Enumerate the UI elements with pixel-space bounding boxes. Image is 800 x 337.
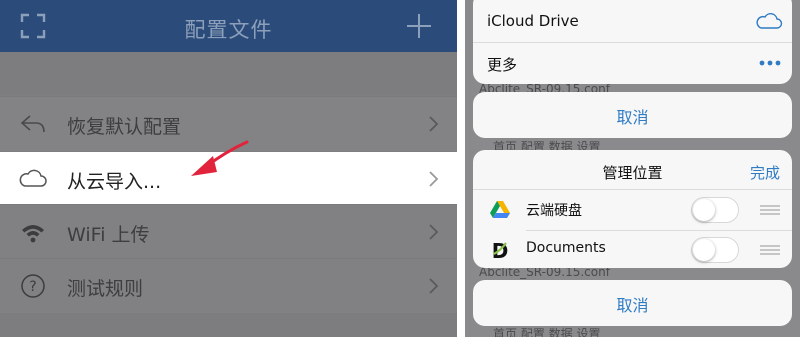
reorder-handle-icon[interactable] [760, 204, 780, 216]
documents-app-icon: D [492, 239, 509, 261]
location-toggle[interactable] [691, 197, 739, 223]
chevron-right-icon [429, 116, 439, 132]
wifi-icon [22, 225, 44, 243]
chevron-right-icon [429, 224, 439, 240]
sheet-title: 管理位置 [602, 164, 663, 182]
question-circle-icon: ? [21, 274, 45, 298]
annotation-arrow-icon [191, 140, 249, 176]
cancel-button-label: 取消 [616, 108, 649, 127]
menu-item-label: WiFi 上传 [67, 224, 150, 246]
nav-bar: 配置文件 [0, 0, 457, 52]
menu-item-more[interactable]: 更多 [473, 42, 792, 84]
background-fill [0, 313, 457, 337]
menu-item-label: 恢复默认配置 [67, 116, 182, 138]
section-spacer [0, 52, 457, 94]
cancel-button-label: 取消 [616, 296, 649, 315]
plus-icon[interactable] [406, 13, 432, 39]
menu-item-test-rules[interactable]: ? 测试规则 [0, 258, 457, 313]
done-button[interactable]: 完成 [750, 162, 780, 183]
reorder-handle-icon[interactable] [760, 244, 780, 256]
location-toggle[interactable] [691, 237, 739, 263]
location-label: Documents [526, 240, 606, 256]
cancel-button[interactable]: 取消 [473, 92, 792, 138]
page-title: 配置文件 [184, 18, 273, 42]
menu-item-label: iCloud Drive [487, 12, 579, 30]
menu-item-wifi-upload[interactable]: WiFi 上传 [0, 204, 457, 259]
share-location-menu: iCloud Drive 更多 [473, 0, 792, 84]
panel-divider [457, 0, 465, 337]
right-screenshot: Abclite_SR-09.15.conf 首页 配置 数据 设置 Abclit… [465, 0, 800, 337]
toggle-knob [693, 239, 715, 261]
cloud-icon [19, 169, 47, 187]
background-tab-labels: 首页 配置 数据 设置 [493, 327, 601, 337]
more-dots-icon [759, 60, 781, 66]
chevron-right-icon [429, 278, 439, 294]
menu-item-icloud-drive[interactable]: iCloud Drive [473, 0, 792, 42]
cancel-button[interactable]: 取消 [473, 280, 792, 326]
manage-locations-sheet: 管理位置 完成 云端硬盘 D Documents [473, 150, 792, 268]
left-screenshot: 配置文件 恢复默认配置 从云导入... WiFi 上传 ? 测试规则 [0, 0, 457, 337]
location-row-google-drive: 云端硬盘 [473, 190, 792, 230]
location-label: 云端硬盘 [526, 203, 582, 219]
google-drive-icon [490, 201, 510, 218]
undo-arrow-icon [20, 115, 45, 133]
svg-text:?: ? [29, 279, 36, 295]
icloud-icon [756, 13, 783, 29]
menu-item-label: 测试规则 [67, 278, 144, 300]
chevron-right-icon [429, 171, 439, 187]
toggle-knob [693, 199, 715, 221]
menu-item-label: 从云导入... [67, 171, 162, 193]
location-row-documents: D Documents [473, 230, 792, 268]
menu-item-label: 更多 [487, 56, 518, 74]
